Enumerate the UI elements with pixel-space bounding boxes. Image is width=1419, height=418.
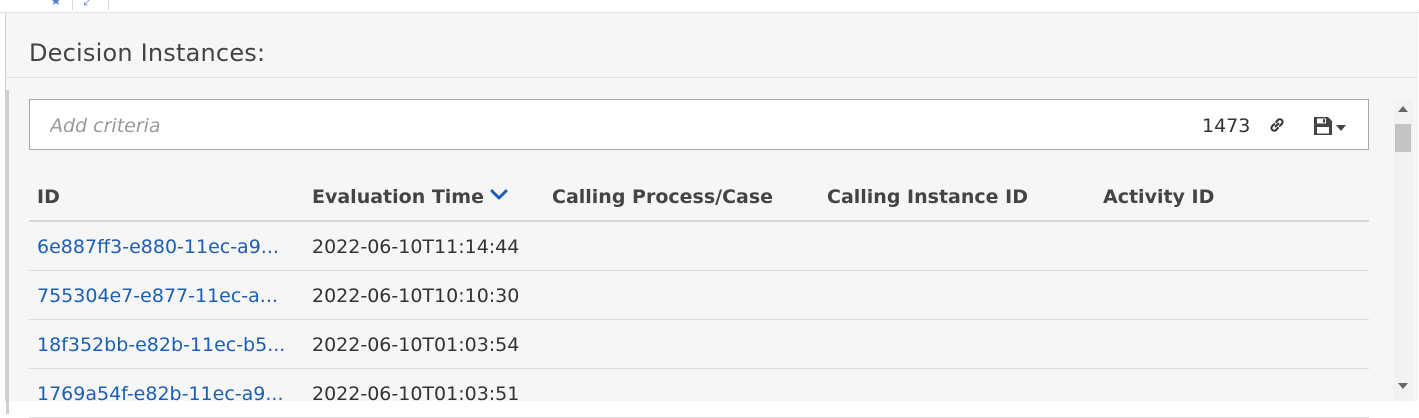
vertical-scrollbar[interactable] — [1393, 100, 1413, 401]
top-tab-strip: ★ ⤢ — [0, 0, 1419, 13]
refresh-tab[interactable]: ⤢ — [80, 0, 109, 10]
instance-id-link[interactable]: 18f352bb-e82b-11ec-b5... — [37, 334, 285, 356]
column-header-evaluation-time[interactable]: Evaluation Time — [312, 186, 508, 208]
evaluation-time: 2022-06-10T11:14:44 — [312, 236, 520, 258]
star-icon: ★ — [50, 0, 62, 9]
evaluation-time: 2022-06-10T10:10:30 — [312, 285, 520, 307]
instance-id-link[interactable]: 6e887ff3-e880-11ec-a9... — [37, 236, 279, 258]
table-row: 755304e7-e877-11ec-a... 2022-06-10T10:10… — [29, 271, 1369, 320]
panel-title: Decision Instances: — [29, 39, 266, 67]
table-row: 18f352bb-e82b-11ec-b5... 2022-06-10T01:0… — [29, 320, 1369, 369]
link-icon[interactable] — [1266, 114, 1288, 136]
table-header: ID Evaluation Time Calling Process/Case … — [29, 173, 1369, 222]
table-row: 6e887ff3-e880-11ec-a9... 2022-06-10T11:1… — [29, 222, 1369, 271]
column-header-calling-process[interactable]: Calling Process/Case — [552, 186, 773, 208]
caret-down-icon[interactable] — [1336, 125, 1346, 131]
scrollbar-thumb[interactable] — [1395, 124, 1411, 152]
instance-id-link[interactable]: 755304e7-e877-11ec-a... — [37, 285, 278, 307]
result-count: 1473 — [1202, 115, 1251, 137]
refresh-icon: ⤢ — [83, 0, 94, 9]
column-header-label: Evaluation Time — [312, 186, 484, 208]
column-header-activity-id[interactable]: Activity ID — [1103, 186, 1214, 208]
left-edge-border — [6, 90, 9, 414]
title-divider — [6, 77, 1418, 78]
table-row: 1769a54f-e82b-11ec-a9... 2022-06-10T01:0… — [29, 369, 1369, 418]
criteria-input[interactable] — [48, 112, 1152, 140]
scroll-down-arrow-icon[interactable] — [1398, 383, 1408, 389]
column-header-calling-instance-id[interactable]: Calling Instance ID — [827, 186, 1028, 208]
instance-id-link[interactable]: 1769a54f-e82b-11ec-a9... — [37, 383, 283, 405]
decision-instances-table: ID Evaluation Time Calling Process/Case … — [29, 173, 1369, 418]
search-criteria-box: 1473 — [29, 99, 1369, 150]
decision-instances-panel: Decision Instances: 1473 ID Evaluation T… — [5, 13, 1418, 418]
evaluation-time: 2022-06-10T01:03:51 — [312, 383, 520, 405]
floppy-disk-icon[interactable] — [1313, 116, 1333, 136]
column-header-id[interactable]: ID — [37, 186, 60, 208]
evaluation-time: 2022-06-10T01:03:54 — [312, 334, 520, 356]
sort-descending-icon[interactable] — [490, 189, 508, 201]
star-tab[interactable]: ★ — [44, 0, 73, 10]
scroll-up-arrow-icon[interactable] — [1398, 106, 1408, 112]
